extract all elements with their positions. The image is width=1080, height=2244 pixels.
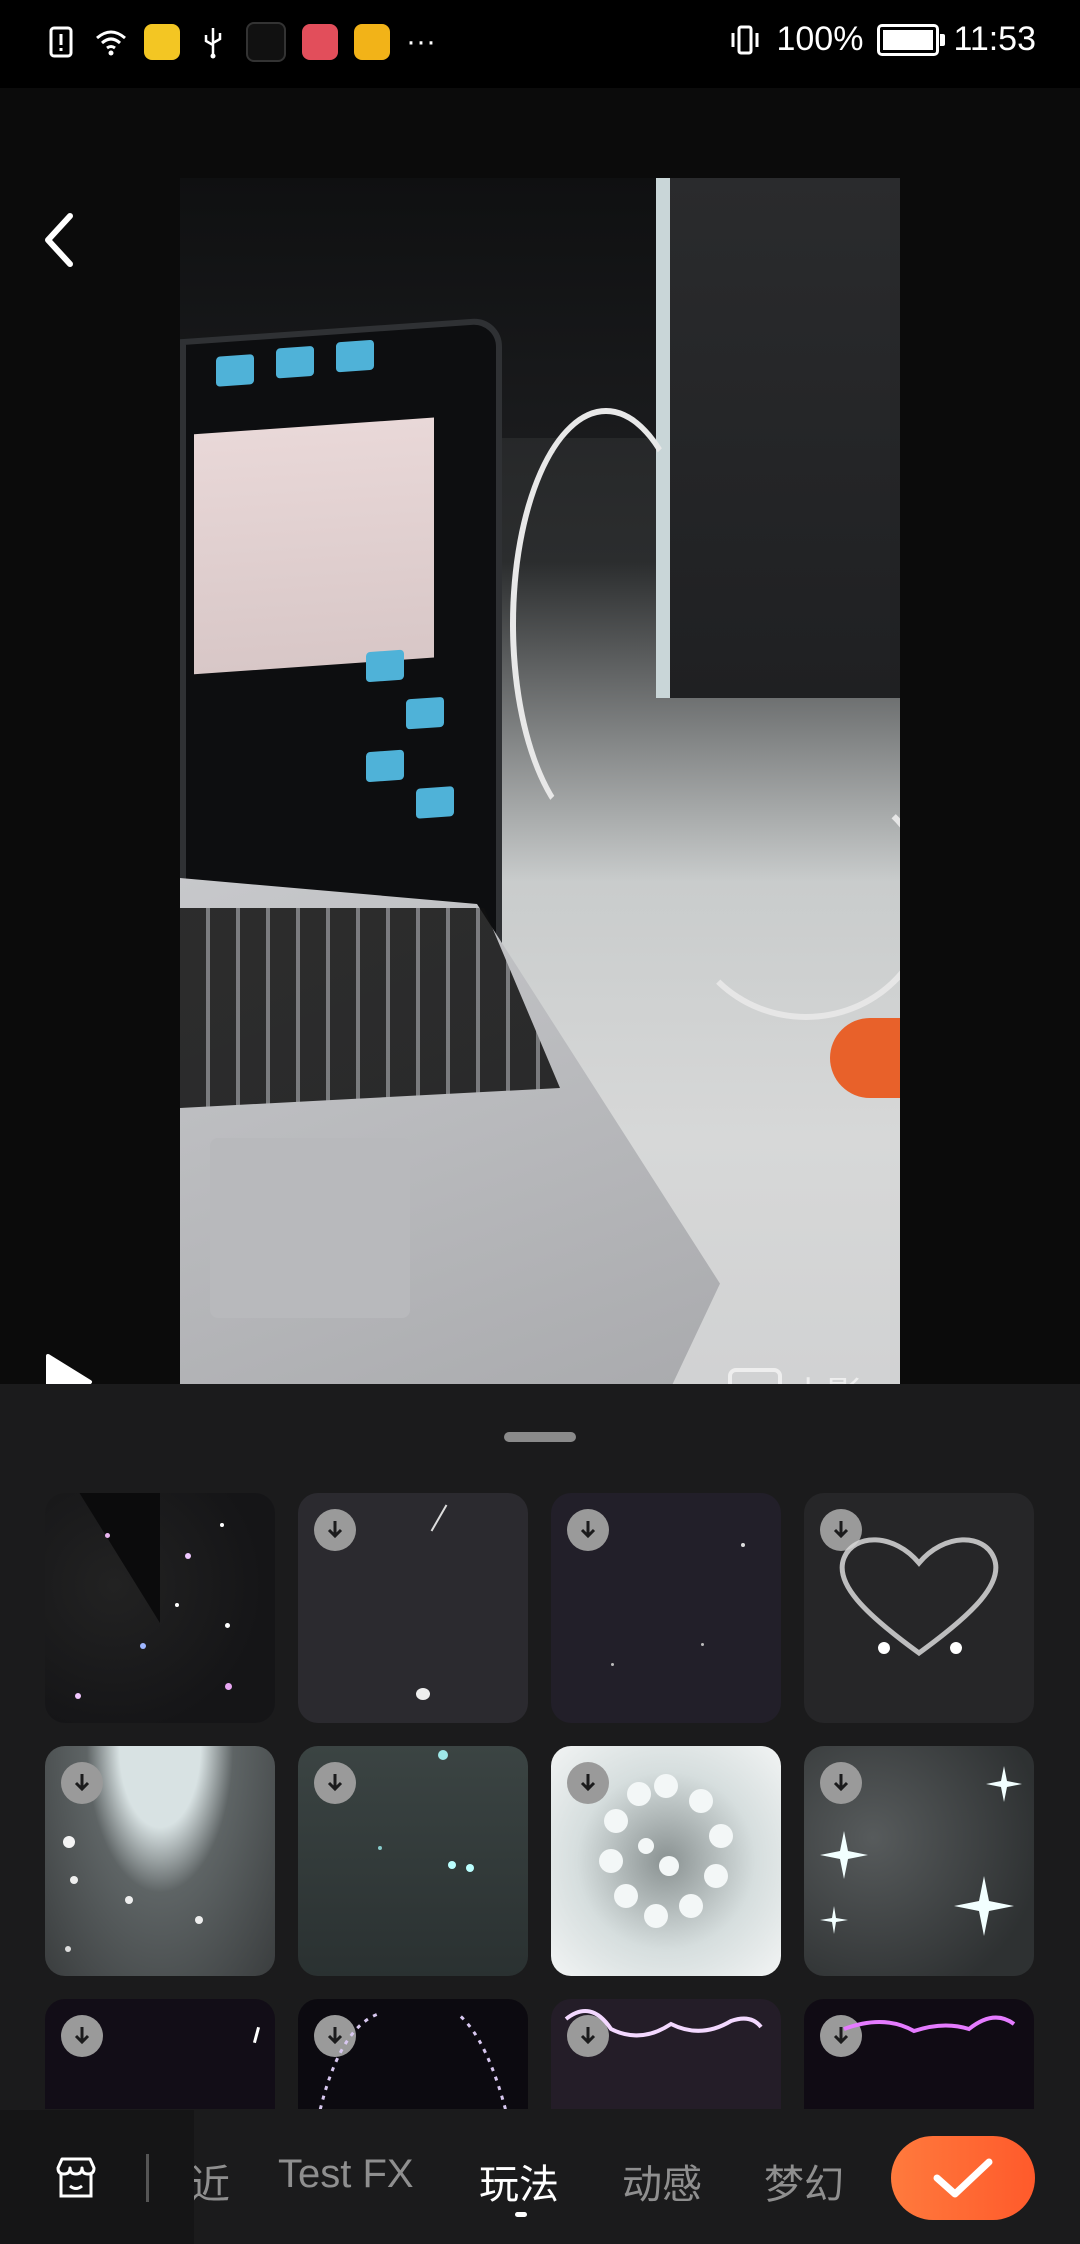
effect-tile[interactable]	[298, 1999, 528, 2109]
taxi-app-icon	[144, 24, 180, 60]
back-button[interactable]	[36, 208, 84, 272]
effects-grid	[45, 1493, 1035, 2109]
tab-test-fx[interactable]: Test FX	[278, 2152, 414, 2197]
more-notifications: ···	[406, 25, 436, 58]
download-icon	[61, 2015, 103, 2057]
download-icon	[314, 1509, 356, 1551]
status-icons-right: 100% 11:53	[728, 20, 1036, 59]
usb-icon	[196, 25, 230, 59]
clock: 11:53	[953, 20, 1036, 58]
status-icons-left: ···	[44, 22, 436, 62]
video-preview[interactable]: 小影	[180, 178, 900, 1458]
effect-tile[interactable]	[45, 1746, 275, 1976]
vibrate-icon	[728, 23, 762, 57]
effect-tile[interactable]	[45, 1999, 275, 2109]
effect-tile[interactable]	[804, 1746, 1034, 1976]
effect-tile[interactable]	[804, 1999, 1034, 2109]
active-tab-indicator	[515, 2212, 527, 2217]
tab-dreamy[interactable]: 梦幻	[764, 2152, 844, 2210]
alert-icon	[44, 25, 78, 59]
download-icon	[567, 1509, 609, 1551]
back-arrow-icon	[45, 213, 73, 267]
effect-tile[interactable]	[298, 1493, 528, 1723]
effect-tile[interactable]	[551, 1493, 781, 1723]
effect-tile[interactable]	[804, 1493, 1034, 1723]
tab-dynamic[interactable]: 动感	[622, 2152, 702, 2210]
category-tabs: 近 Test FX 玩法 动感 梦幻	[194, 2110, 874, 2244]
tab-gameplay[interactable]: 玩法	[479, 2152, 559, 2210]
effect-tile[interactable]	[551, 1999, 781, 2109]
battery-icon	[877, 23, 946, 56]
download-icon	[314, 1762, 356, 1804]
status-bar: ··· 100% 11:53	[0, 0, 1080, 88]
shopping-app-icon	[302, 24, 338, 60]
wifi-icon	[94, 25, 128, 59]
store-button[interactable]	[0, 2110, 194, 2244]
confirm-button[interactable]	[891, 2136, 1035, 2220]
laptop-screen-image	[180, 316, 502, 972]
download-icon	[61, 1762, 103, 1804]
tab-recent[interactable]: 近	[194, 2152, 230, 2210]
weibo-app-icon	[354, 24, 390, 60]
video-area: 小影	[0, 88, 1080, 1474]
tiktok-app-icon	[246, 22, 286, 62]
drag-handle[interactable]	[504, 1432, 576, 1442]
effect-tile[interactable]	[45, 1493, 275, 1723]
check-icon	[933, 2158, 993, 2198]
battery-percent: 100%	[776, 20, 864, 58]
store-icon	[56, 2157, 96, 2198]
effect-tile[interactable]	[298, 1746, 528, 1976]
effect-tile[interactable]	[551, 1746, 781, 1976]
